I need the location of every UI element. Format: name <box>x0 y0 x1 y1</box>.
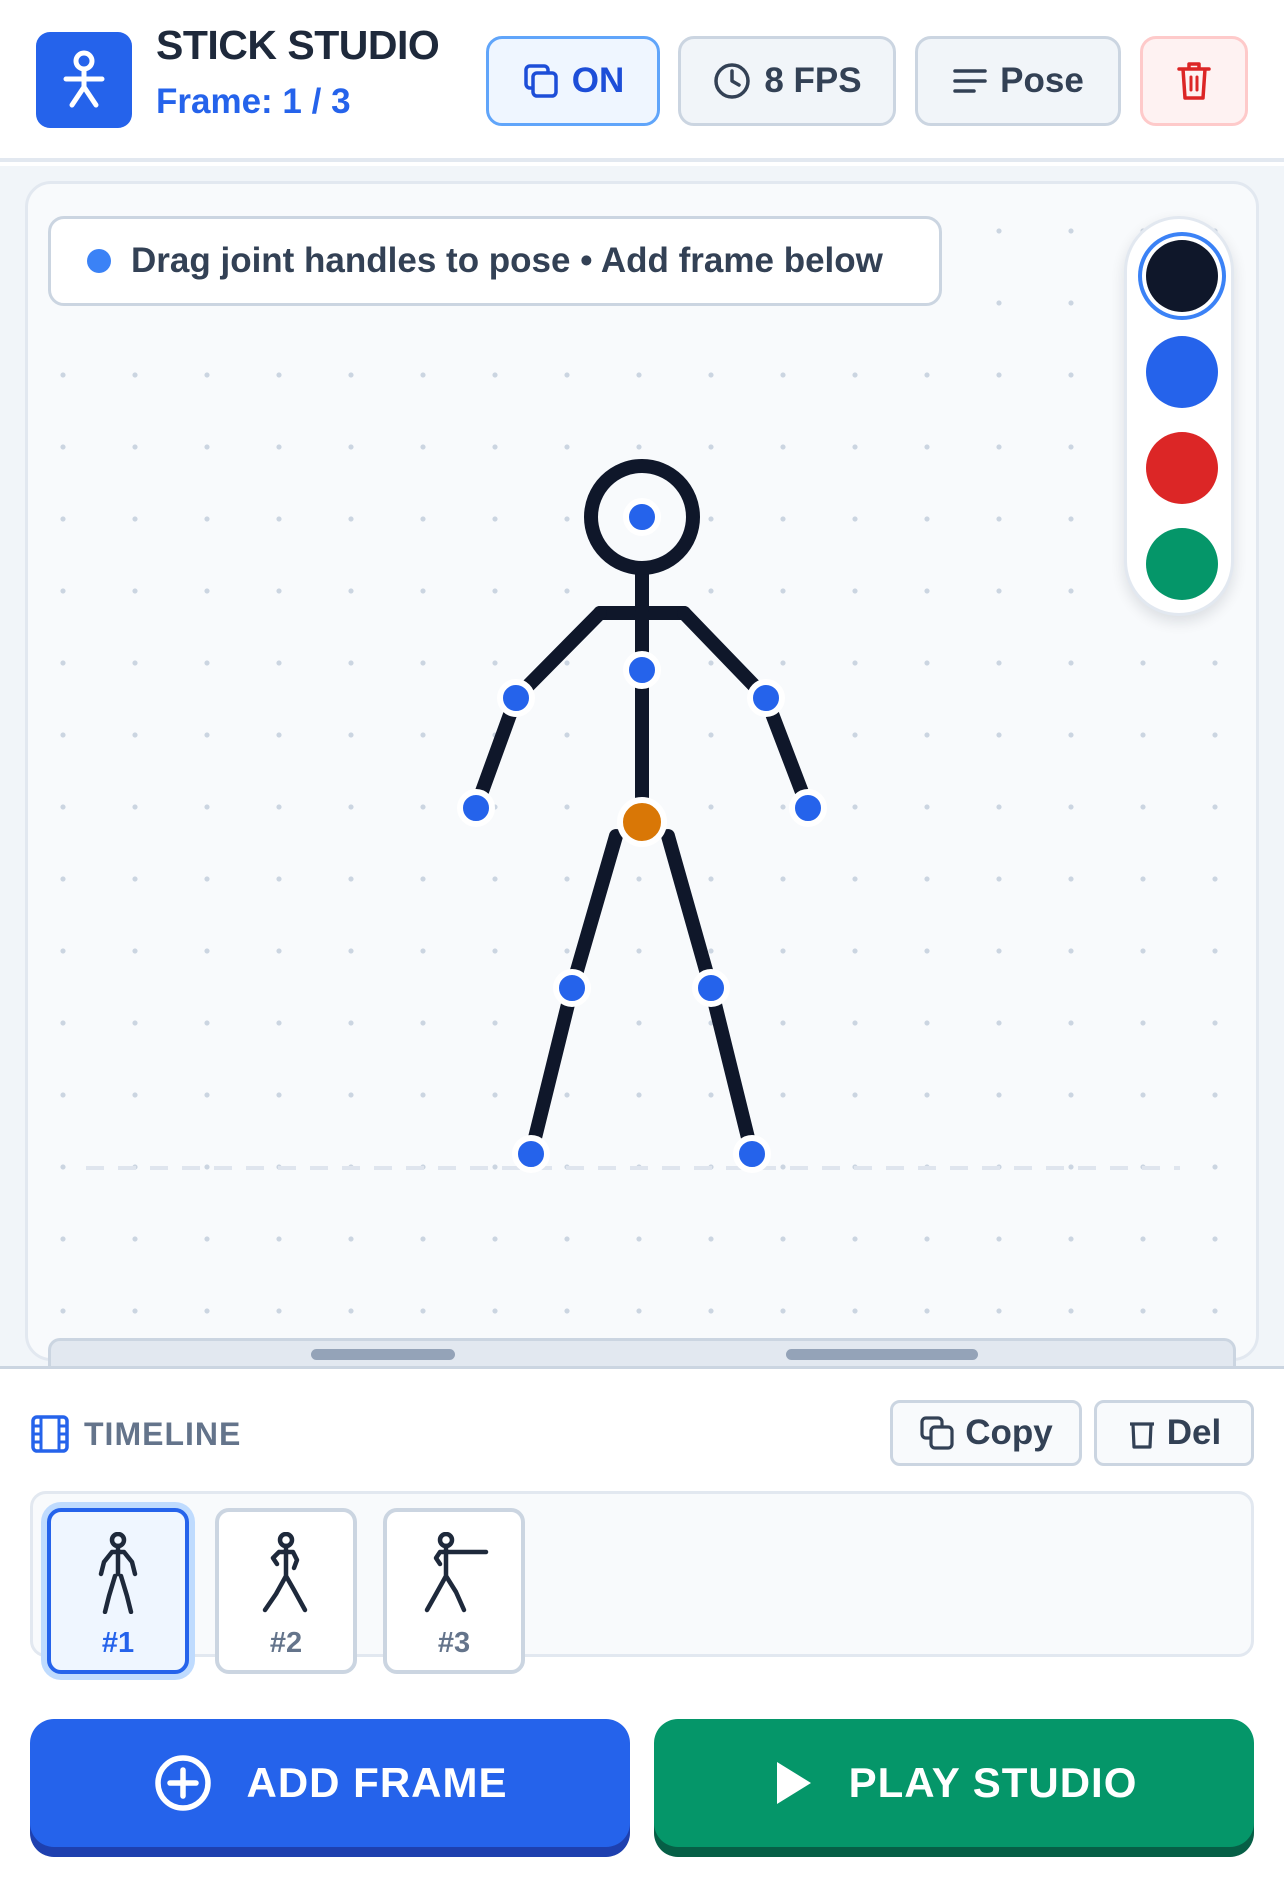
play-button[interactable]: PLAY STUDIO <box>654 1719 1254 1847</box>
color-swatch-black[interactable] <box>1146 240 1218 312</box>
lines-icon <box>953 69 987 93</box>
mode-button[interactable]: Pose <box>915 36 1121 126</box>
joint-handle-right-elbow[interactable] <box>747 679 785 717</box>
plus-circle-icon <box>154 1755 211 1811</box>
trash-icon <box>1129 1422 1154 1449</box>
stick-figure-icon <box>63 50 105 108</box>
copy-label: Copy <box>965 1413 1053 1452</box>
play-icon <box>776 1762 811 1804</box>
layers-icon <box>524 64 558 98</box>
top-bar: STICK STUDIO Frame: 1 / 3 ON 8 FPS Pose <box>0 0 1284 162</box>
frame-strip: #1 #2 #3 <box>30 1491 1254 1674</box>
timeline-header: TIMELINE <box>30 1414 241 1454</box>
add-frame-label: ADD FRAME <box>246 1759 508 1806</box>
joint-handle-left-foot[interactable] <box>512 1135 550 1173</box>
hint-text: Drag joint handles to pose • Add frame b… <box>131 241 883 280</box>
copy-icon <box>920 1416 954 1450</box>
frame-label-2: #2 <box>269 1627 303 1659</box>
app-title: STICK STUDIO <box>156 22 440 68</box>
copy-frame-button[interactable]: Copy <box>890 1400 1082 1466</box>
canvas-scrollbar[interactable] <box>48 1338 1236 1366</box>
frame-label-1: #1 <box>101 1627 135 1659</box>
pose-walking-icon <box>262 1532 308 1613</box>
scroll-thumb-left[interactable] <box>311 1349 455 1360</box>
delete-frame-button[interactable]: Del <box>1094 1400 1254 1466</box>
joint-handle-head[interactable] <box>623 498 661 536</box>
onion-skin-toggle[interactable]: ON <box>486 36 660 126</box>
timeline-title: TIMELINE <box>84 1415 242 1452</box>
joint-handle-left-hand[interactable] <box>457 789 495 827</box>
add-frame-button[interactable]: ADD FRAME <box>30 1719 630 1847</box>
joint-handle-right-knee[interactable] <box>692 969 730 1007</box>
joint-handle-right-hand[interactable] <box>789 789 827 827</box>
joint-handle-hip[interactable] <box>617 797 667 847</box>
bottom-panel: TIMELINE Copy Del #1 #2 #3 ADD FRAME PLA… <box>0 1366 1284 1890</box>
frame-label-3: #3 <box>437 1627 471 1659</box>
color-swatch-green[interactable] <box>1146 528 1218 600</box>
onion-skin-label: ON <box>571 61 625 100</box>
app-logo <box>36 32 132 128</box>
joint-handle-left-elbow[interactable] <box>497 679 535 717</box>
fps-label: 8 FPS <box>764 61 862 100</box>
hint-banner: Drag joint handles to pose • Add frame b… <box>48 216 942 306</box>
joint-handle-neck[interactable] <box>623 651 661 689</box>
mode-label: Pose <box>1000 61 1084 100</box>
play-label: PLAY STUDIO <box>848 1759 1138 1806</box>
frame-thumbnail-1[interactable]: #1 <box>47 1508 189 1674</box>
clock-icon <box>714 63 751 99</box>
fps-button[interactable]: 8 FPS <box>678 36 896 126</box>
pose-punch-icon <box>424 1532 489 1613</box>
frame-thumbnail-3[interactable]: #3 <box>383 1508 525 1674</box>
app-window: STICK STUDIO Frame: 1 / 3 ON 8 FPS Pose <box>0 0 1284 1890</box>
color-swatch-red[interactable] <box>1146 432 1218 504</box>
pose-standing-icon <box>98 1532 138 1614</box>
frame-thumbnail-2[interactable]: #2 <box>215 1508 357 1674</box>
joint-handle-right-foot[interactable] <box>733 1135 771 1173</box>
color-palette <box>1124 216 1234 616</box>
trash-icon <box>1177 62 1211 100</box>
delete-label: Del <box>1166 1413 1222 1452</box>
film-icon <box>31 1415 69 1453</box>
joint-handle-left-knee[interactable] <box>553 969 591 1007</box>
scroll-thumb-right[interactable] <box>786 1349 978 1360</box>
clear-button[interactable] <box>1140 36 1248 126</box>
color-swatch-blue[interactable] <box>1146 336 1218 408</box>
frame-indicator: Frame: 1 / 3 <box>156 82 351 121</box>
info-dot-icon <box>87 249 111 273</box>
